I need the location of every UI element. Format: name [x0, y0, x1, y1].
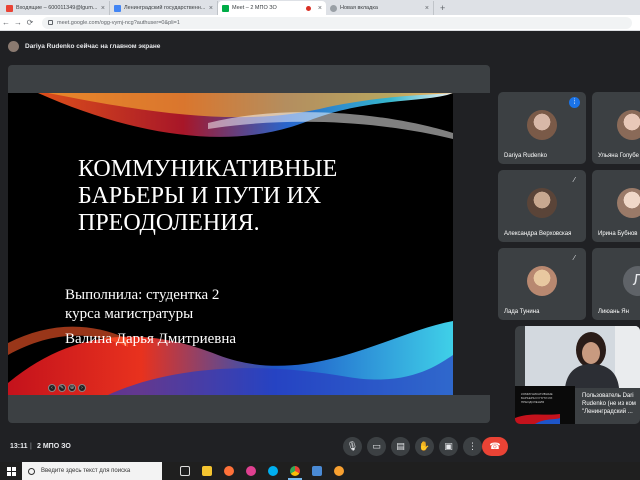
prev-slide-icon[interactable]: ‹	[48, 384, 56, 392]
camera-icon[interactable]: ▭	[367, 437, 386, 456]
reload-icon[interactable]: ⟳	[24, 18, 36, 27]
url-text: meet.google.com/ogg-vymj-ncg?authuser=0&…	[57, 19, 180, 26]
tab-new[interactable]: Новая вкладка ×	[326, 1, 434, 15]
close-icon[interactable]: ×	[318, 5, 322, 12]
person-silhouette	[525, 326, 640, 388]
meet-icon	[222, 4, 229, 12]
presenter-notice: Dariya Rudenko сейчас на главном экране	[8, 39, 160, 53]
slide-line: Выполнила: студентка 2	[65, 287, 220, 303]
participant-tile[interactable]: ⁄ Лада Тунина	[498, 248, 586, 320]
participant-tile[interactable]: ⁄ Александра Верховская	[498, 170, 586, 242]
avatar	[527, 188, 557, 218]
slide-decoration	[8, 93, 490, 395]
app-icon[interactable]	[306, 462, 328, 480]
raise-hand-icon[interactable]: ✋	[415, 437, 434, 456]
search-icon	[28, 467, 35, 475]
slide-body: Выполнила: студентка 2 курса магистратур…	[65, 286, 236, 349]
meeting-time: 13:11	[10, 443, 28, 450]
presenter-notice-text: Dariya Rudenko сейчас на главном экране	[25, 42, 161, 50]
site-icon	[114, 4, 121, 12]
end-call-button[interactable]: ☎	[482, 437, 508, 456]
camera-video	[525, 326, 640, 388]
tab-label: Новая вкладка	[340, 5, 378, 11]
windows-taskbar: Введите здесь текст для поиска	[0, 462, 640, 480]
tab-label: Meet – 2 МПО ЗО	[232, 5, 277, 11]
avatar	[527, 110, 557, 140]
mic-off-icon: ⁄	[573, 177, 576, 184]
participant-name: Ульяна Голубе	[598, 153, 639, 159]
file-explorer-icon[interactable]	[196, 462, 218, 480]
tab-university[interactable]: Ленинградский государственн... ×	[110, 1, 218, 15]
tab-label: Ленинградский государственн...	[124, 5, 206, 11]
participant-name: Лада Тунина	[504, 309, 540, 315]
participant-name: Лиюань Ян	[598, 309, 629, 315]
close-icon[interactable]: ×	[425, 5, 429, 12]
skype-icon[interactable]	[262, 462, 284, 480]
present-screen-icon[interactable]: ▣	[439, 437, 458, 456]
self-view-tile[interactable]: КОММУНИКАТИВНЫЕ БАРЬЕРЫ И ПУТИ ИХ ПРЕОДО…	[515, 326, 640, 424]
next-slide-icon[interactable]: ›	[78, 384, 86, 392]
slide-line: курса магистратуры	[65, 306, 194, 322]
firefox-icon[interactable]	[218, 462, 240, 480]
participant-name: Александра Верховская	[504, 231, 572, 237]
avatar	[617, 188, 640, 218]
slide-title: КОММУНИКАТИВНЫЕ БАРЬЕРЫ И ПУТИ ИХ ПРЕОДО…	[78, 156, 338, 236]
participant-tile[interactable]: Л Лиюань Ян	[592, 248, 640, 320]
thumbnail-decoration	[515, 414, 560, 424]
zoom-icon[interactable]: ⊕	[68, 384, 76, 392]
search-placeholder: Введите здесь текст для поиска	[41, 468, 131, 474]
avatar	[617, 110, 640, 140]
slide-line: Валина Дарья Дмитриевна	[65, 331, 237, 347]
tab-meet[interactable]: Meet – 2 МПО ЗО ×	[218, 1, 326, 15]
taskbar-search-field[interactable]: Введите здесь текст для поиска	[22, 462, 162, 480]
meeting-name: 2 МПО ЗО	[37, 443, 71, 450]
presentation-stage[interactable]: КОММУНИКАТИВНЫЕ БАРЬЕРЫ И ПУТИ ИХ ПРЕОДО…	[8, 65, 490, 423]
windows-start-icon[interactable]	[0, 462, 22, 480]
browser-tab-bar: Входящие – 600011349@lgum... × Ленинград…	[0, 0, 640, 15]
recording-icon	[305, 5, 311, 11]
forward-arrow-icon[interactable]: →	[12, 18, 24, 27]
presentation-thumbnail: КОММУНИКАТИВНЫЕ БАРЬЕРЫ И ПУТИ ИХ ПРЕОДО…	[515, 386, 575, 424]
speaking-icon: ⁞	[569, 97, 580, 108]
microphone-icon[interactable]: 🎙	[343, 437, 362, 456]
meet-window: Dariya Rudenko сейчас на главном экране	[0, 31, 640, 462]
shared-slide: КОММУНИКАТИВНЫЕ БАРЬЕРЫ И ПУТИ ИХ ПРЕОДО…	[8, 93, 490, 395]
paint-icon[interactable]	[240, 462, 262, 480]
tab-gmail[interactable]: Входящие – 600011349@lgum... ×	[2, 1, 110, 15]
pen-icon[interactable]: ✎	[58, 384, 66, 392]
more-options-icon[interactable]: ⋮	[463, 437, 482, 456]
tab-label: Входящие – 600011349@lgum...	[16, 5, 98, 11]
presenter-avatar	[8, 40, 19, 52]
participant-tile[interactable]: ⁞ Dariya Rudenko	[498, 92, 586, 164]
close-icon[interactable]: ×	[101, 5, 105, 12]
lock-icon	[48, 20, 53, 25]
captions-icon[interactable]: ▤	[391, 437, 410, 456]
back-arrow-icon[interactable]: ←	[0, 18, 12, 27]
avatar	[527, 266, 557, 296]
globe-icon	[330, 4, 337, 12]
yandex-icon[interactable]	[328, 462, 350, 480]
separator: |	[30, 443, 32, 450]
chrome-icon[interactable]	[284, 462, 306, 480]
meeting-controls-bar: 13:11 | 2 МПО ЗО 🎙 ▭ ▤ ✋ ▣ ⋮ ☎	[0, 431, 640, 462]
gmail-icon	[6, 4, 13, 12]
slide-controls: ‹ ✎ ⊕ ›	[48, 384, 86, 392]
participant-tile[interactable]: Ирина Бубнов	[592, 170, 640, 242]
close-icon[interactable]: ×	[209, 5, 213, 12]
self-caption: Пользователь Dari Rudenko (не из ком "Ле…	[582, 393, 636, 415]
participant-name: Ирина Бубнов	[598, 231, 638, 237]
task-view-icon[interactable]	[174, 462, 196, 480]
avatar-initial: Л	[623, 266, 640, 296]
address-bar: ← → ⟳ meet.google.com/ogg-vymj-ncg?authu…	[0, 15, 640, 31]
url-field[interactable]: meet.google.com/ogg-vymj-ncg?authuser=0&…	[42, 16, 632, 29]
new-tab-plus-icon[interactable]: +	[434, 2, 451, 15]
participant-tile[interactable]: Ульяна Голубе	[592, 92, 640, 164]
mic-off-icon: ⁄	[573, 255, 576, 262]
participant-name: Dariya Rudenko	[504, 153, 548, 159]
